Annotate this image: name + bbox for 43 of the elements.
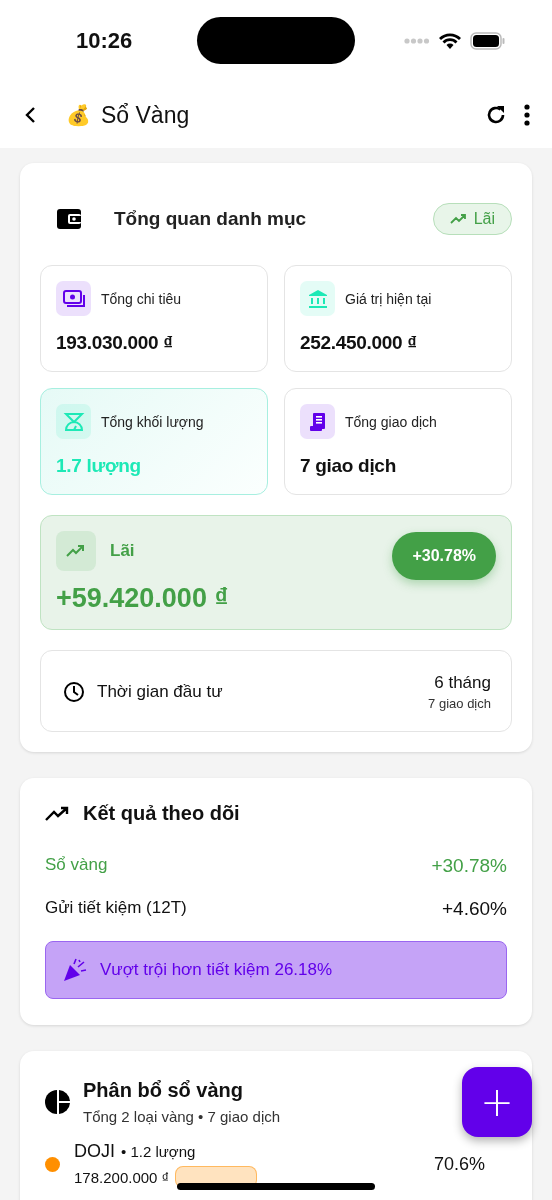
money-bag-icon: 💰 xyxy=(66,103,91,127)
duration-value: 6 tháng xyxy=(434,673,491,693)
share-percent: 70.6% xyxy=(433,1154,485,1175)
back-icon xyxy=(24,106,38,124)
comparison-label: Sổ vàng xyxy=(45,855,108,876)
profit-amount: +59.420.000 ₫ xyxy=(56,583,230,614)
transaction-count: 7 giao dịch xyxy=(428,696,491,711)
page-title: Sổ Vàng xyxy=(101,101,190,129)
comparison-value: +30.78% xyxy=(431,855,507,877)
stat-value: 1.7 lượng xyxy=(56,455,142,477)
stat-value: 7 giao dịch xyxy=(300,455,397,477)
party-popper-icon xyxy=(62,957,88,983)
outperform-text: Vượt trội hơn tiết kiệm 26.18% xyxy=(100,960,333,980)
holding-value: 178.200.000 ₫ xyxy=(74,1168,170,1186)
stat-label: Tổng chi tiêu xyxy=(101,290,182,307)
comparison-value: +4.60% xyxy=(442,898,507,920)
weight-amount: • 1.2 lượng xyxy=(121,1143,196,1160)
trend-up-icon xyxy=(56,531,96,571)
more-icon xyxy=(524,104,530,126)
brand-name: DOJI xyxy=(74,1141,115,1162)
battery-icon xyxy=(470,32,506,50)
results-title: Kết quả theo dõi xyxy=(83,802,240,825)
clock-icon xyxy=(63,681,85,703)
stat-label: Tổng khối lượng xyxy=(101,413,204,430)
profit-badge: Lãi xyxy=(432,203,512,235)
add-button[interactable]: + xyxy=(462,1067,532,1137)
wifi-icon xyxy=(438,32,462,50)
comparison-label: Gửi tiết kiệm (12T) xyxy=(45,898,187,919)
wallet-icon xyxy=(56,207,82,231)
allocation-title: Phân bổ sổ vàng xyxy=(83,1079,245,1102)
profit-label: Lãi xyxy=(110,541,135,561)
profit-percent-badge: +30.78% xyxy=(392,532,496,580)
stat-label: Tổng giao dịch xyxy=(345,413,437,430)
stat-label: Giá trị hiện tại xyxy=(345,290,432,307)
stat-value: 193.030.000 ₫ xyxy=(56,332,174,354)
trend-up-icon xyxy=(45,805,71,822)
pie-chart-icon xyxy=(45,1089,71,1115)
status-time: 10:26 xyxy=(76,28,133,54)
overview-title: Tổng quan danh mục xyxy=(114,208,307,230)
allocation-subtitle: Tổng 2 loại vàng • 7 giao dịch xyxy=(83,1108,281,1125)
signal-icon xyxy=(404,38,430,44)
stat-value: 252.450.000 ₫ xyxy=(300,332,418,354)
duration-label: Thời gian đầu tư xyxy=(97,682,223,702)
